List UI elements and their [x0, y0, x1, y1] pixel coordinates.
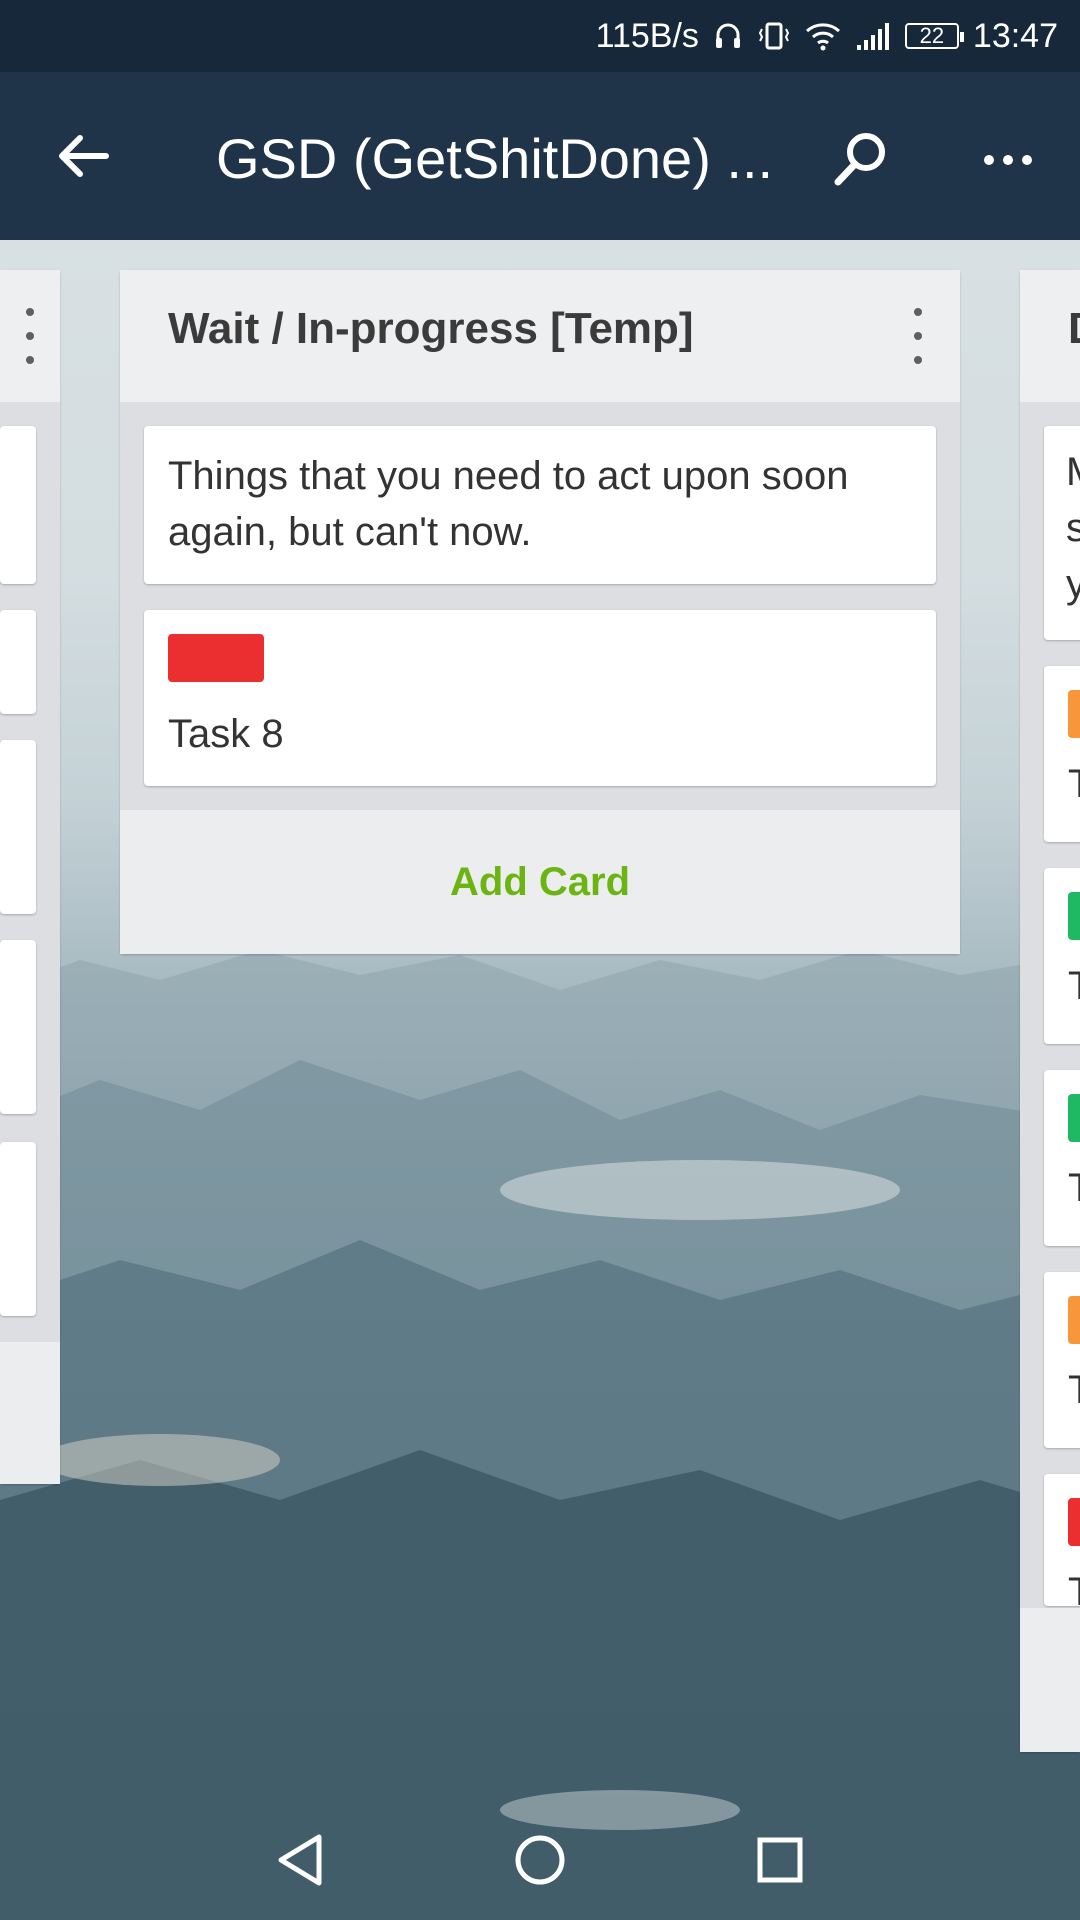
right-card-text: T [1068, 1368, 1080, 1413]
system-nav-bar [0, 1800, 1080, 1920]
recents-square-icon[interactable] [745, 1825, 815, 1895]
left-list-menu-icon[interactable] [18, 308, 42, 364]
wifi-icon [805, 21, 841, 51]
left-list-card[interactable] [0, 610, 36, 714]
right-card-text: T [1068, 1166, 1080, 1211]
left-list-header [0, 270, 60, 402]
right-list-card[interactable]: T [1044, 1070, 1080, 1246]
card-text: Task 8 [168, 712, 284, 756]
list-header: Wait / In-progress [Temp] [120, 270, 960, 403]
card-label-orange [1068, 1296, 1080, 1344]
list-wait-in-progress: Wait / In-progress [Temp] Things that yo… [120, 270, 960, 954]
status-bar: 115B/s 22 13:47 [0, 0, 1080, 72]
card-task-8[interactable]: Task 8 [144, 610, 936, 786]
right-list-card[interactable]: T [1044, 868, 1080, 1044]
left-list-card[interactable] [0, 740, 36, 914]
right-list-card[interactable]: T [1044, 666, 1080, 842]
card-text: Things that you need to act upon soon ag… [168, 454, 849, 554]
add-card-button[interactable]: Add Card [120, 810, 960, 954]
back-arrow-icon[interactable] [42, 118, 122, 194]
battery-level: 22 [919, 23, 945, 48]
right-list-card[interactable]: T [1044, 1272, 1080, 1448]
right-list: D M s y T T T T T [1020, 270, 1080, 1752]
vibrate-icon [757, 21, 791, 51]
card-label-green [1068, 892, 1080, 940]
more-horizontal-icon[interactable] [968, 120, 1048, 200]
right-card-text: T [1068, 964, 1080, 1009]
clock: 13:47 [972, 16, 1058, 55]
back-triangle-icon[interactable] [265, 1825, 335, 1895]
right-list-header: D [1020, 270, 1080, 402]
right-list-add-card[interactable] [1020, 1608, 1080, 1752]
card-description[interactable]: Things that you need to act upon soon ag… [144, 426, 936, 584]
card-label-red [1068, 1498, 1080, 1546]
left-list-card[interactable] [0, 1142, 36, 1316]
signal-icon [855, 21, 891, 51]
headphones-icon [713, 21, 743, 51]
list-title: Wait / In-progress [Temp] [168, 304, 694, 353]
board-title: GSD (GetShitDone) ... [216, 127, 774, 190]
search-icon[interactable] [820, 120, 900, 200]
card-label-green [1068, 1094, 1080, 1142]
left-list [0, 270, 60, 1484]
right-card-text: M s y [1066, 450, 1080, 606]
list-cards: Things that you need to act upon soon ag… [120, 402, 960, 810]
battery-icon: 22 [904, 23, 964, 49]
right-list-title: D [1068, 304, 1080, 354]
right-list-card[interactable]: M s y [1044, 426, 1080, 640]
left-list-add-card[interactable] [0, 1342, 60, 1484]
right-list-card[interactable]: T [1044, 1474, 1080, 1614]
list-menu-icon[interactable] [906, 308, 930, 364]
right-card-text: T [1068, 762, 1080, 807]
left-list-card[interactable] [0, 940, 36, 1114]
home-circle-icon[interactable] [505, 1825, 575, 1895]
app-toolbar: GSD (GetShitDone) ... [0, 72, 1080, 240]
card-label-red [168, 634, 264, 682]
left-list-card[interactable] [0, 426, 36, 584]
card-label-orange [1068, 690, 1080, 738]
network-speed: 115B/s [595, 16, 699, 55]
